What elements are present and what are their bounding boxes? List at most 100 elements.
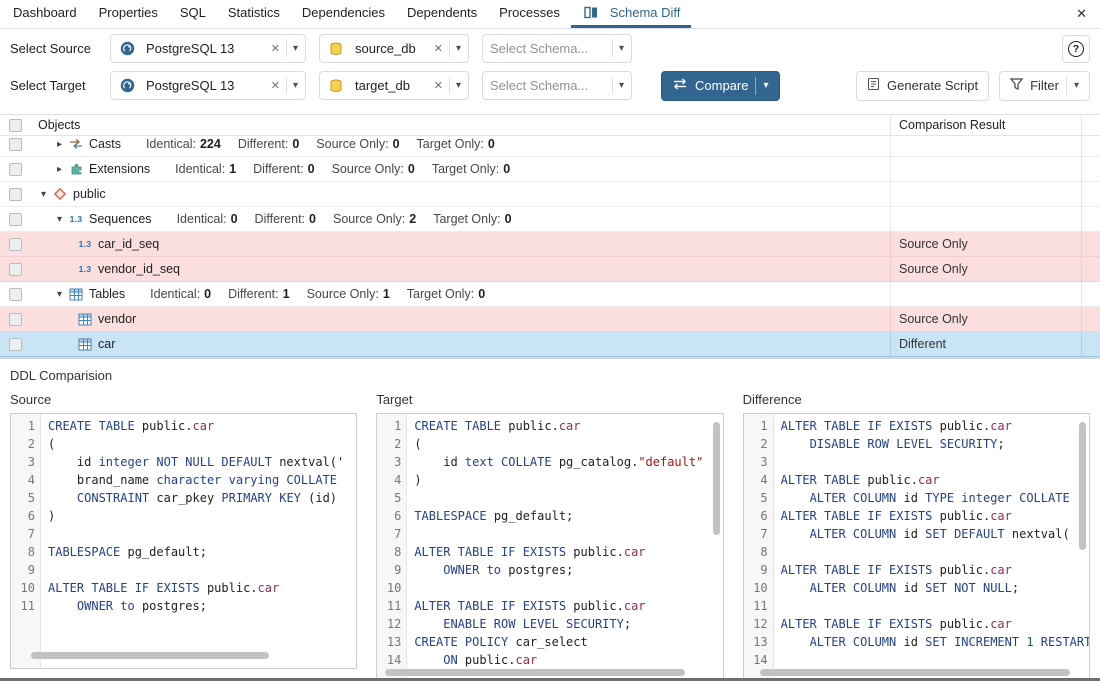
comparison-result-column-header[interactable]: Comparison Result: [890, 115, 1081, 135]
table-row-tables[interactable]: ▾TablesIdentical:0Different:1Source Only…: [0, 282, 1100, 307]
horizontal-scrollbar[interactable]: [385, 669, 685, 676]
difference-pane-label: Difference: [743, 392, 1090, 407]
chevron-down-icon[interactable]: ▾: [52, 289, 67, 300]
comparison-counts: Identical:224Different:0Source Only:0Tar…: [146, 137, 495, 151]
table-icon: [76, 313, 94, 326]
table-row-vendor[interactable]: vendorSource Only: [0, 307, 1100, 332]
chevron-down-icon[interactable]: ▾: [456, 80, 461, 91]
objects-column-header[interactable]: Objects: [30, 118, 890, 132]
select-all-checkbox[interactable]: [9, 119, 22, 132]
horizontal-scrollbar[interactable]: [760, 669, 1070, 676]
count-different: Different:0: [253, 162, 314, 176]
table-row-public[interactable]: ▾ public: [0, 182, 1100, 207]
row-checkbox[interactable]: [9, 313, 22, 326]
table-row-extensions[interactable]: ▸ExtensionsIdentical:1Different:0Source …: [0, 157, 1100, 182]
combo-divider: [612, 77, 613, 94]
compare-button[interactable]: Compare ▾: [661, 71, 780, 101]
row-checkbox[interactable]: [9, 288, 22, 301]
table-row-car_id_seq[interactable]: 1.3car_id_seqSource Only: [0, 232, 1100, 257]
tab-processes[interactable]: Processes: [488, 0, 571, 28]
difference-ddl-pane[interactable]: 1234567891011121314 ALTER TABLE IF EXIST…: [743, 413, 1090, 681]
combo-divider: [286, 40, 287, 57]
comparison-result-cell: [890, 207, 1081, 231]
source-schema-select[interactable]: Select Schema... ▾: [482, 34, 632, 63]
comparison-result-cell: Source Only: [890, 307, 1081, 331]
clear-icon[interactable]: ✕: [271, 42, 280, 55]
horizontal-scrollbar[interactable]: [31, 652, 269, 659]
count-sourceonly: Source Only:0: [316, 137, 399, 151]
vertical-scrollbar[interactable]: [1079, 422, 1086, 550]
grid-rows-viewport: ▸CastsIdentical:224Different:0Source Onl…: [0, 136, 1100, 357]
chevron-down-icon[interactable]: ▾: [36, 189, 51, 200]
count-different: Different:0: [238, 137, 299, 151]
help-button[interactable]: ?: [1062, 35, 1090, 63]
row-label: car_id_seq: [98, 237, 159, 251]
grid-header-filler: [1081, 115, 1100, 135]
tabs: DashboardPropertiesSQLStatisticsDependen…: [0, 0, 691, 28]
source-server-select[interactable]: PostgreSQL 13 ✕ ▾: [110, 34, 306, 63]
combo-divider: [612, 40, 613, 57]
filter-button[interactable]: Filter ▾: [999, 71, 1090, 101]
clear-icon[interactable]: ✕: [271, 79, 280, 92]
source-database-select[interactable]: source_db ✕ ▾: [319, 34, 469, 63]
tab-label: Dashboard: [13, 5, 77, 20]
compare-icon: [672, 78, 688, 93]
count-sourceonly: Source Only:0: [332, 162, 415, 176]
clear-icon[interactable]: ✕: [434, 42, 443, 55]
source-database-value: source_db: [355, 41, 428, 56]
comparison-counts: Identical:0Different:1Source Only:1Targe…: [150, 287, 485, 301]
target-schema-select[interactable]: Select Schema... ▾: [482, 71, 632, 100]
chevron-down-icon[interactable]: ▾: [293, 80, 298, 91]
target-server-value: PostgreSQL 13: [146, 78, 265, 93]
vertical-scrollbar[interactable]: [713, 422, 720, 535]
target-database-select[interactable]: target_db ✕ ▾: [319, 71, 469, 100]
generate-script-icon: [867, 77, 880, 94]
close-icon[interactable]: ✕: [1063, 6, 1100, 22]
chevron-right-icon[interactable]: ▸: [52, 164, 67, 175]
database-icon: [327, 79, 345, 93]
chevron-right-icon[interactable]: ▸: [52, 139, 67, 150]
table-row-sequences[interactable]: ▾1.3SequencesIdentical:0Different:0Sourc…: [0, 207, 1100, 232]
row-checkbox[interactable]: [9, 338, 22, 351]
row-checkbox[interactable]: [9, 238, 22, 251]
row-filler: [1081, 257, 1100, 281]
target-ddl-pane[interactable]: 1234567891011121314 CREATE TABLE public.…: [376, 413, 723, 681]
source-ddl-pane[interactable]: 1234567891011 CREATE TABLE public.car( i…: [10, 413, 357, 669]
tab-dependents[interactable]: Dependents: [396, 0, 488, 28]
count-targetonly: Target Only:0: [417, 137, 495, 151]
target-pane-label: Target: [376, 392, 723, 407]
source-code-area: CREATE TABLE public.car( id integer NOT …: [41, 414, 356, 668]
tab-sql[interactable]: SQL: [169, 0, 217, 28]
generate-script-button[interactable]: Generate Script: [856, 71, 989, 101]
combo-divider: [286, 77, 287, 94]
chevron-down-icon[interactable]: ▾: [763, 80, 768, 91]
row-checkbox[interactable]: [9, 213, 22, 226]
comparison-result-cell: Source Only: [890, 257, 1081, 281]
line-number-gutter: 1234567891011121314: [377, 414, 407, 681]
chevron-down-icon[interactable]: ▾: [293, 43, 298, 54]
target-server-select[interactable]: PostgreSQL 13 ✕ ▾: [110, 71, 306, 100]
row-checkbox[interactable]: [9, 188, 22, 201]
table-row-casts[interactable]: ▸CastsIdentical:224Different:0Source Onl…: [0, 136, 1100, 157]
tab-properties[interactable]: Properties: [88, 0, 169, 28]
row-checkbox[interactable]: [9, 263, 22, 276]
chevron-down-icon[interactable]: ▾: [619, 43, 624, 54]
chevron-down-icon[interactable]: ▾: [619, 80, 624, 91]
tab-dashboard[interactable]: Dashboard: [2, 0, 88, 28]
tab-schema-diff[interactable]: Schema Diff: [571, 0, 692, 28]
tab-dependencies[interactable]: Dependencies: [291, 0, 396, 28]
count-different: Different:1: [228, 287, 289, 301]
clear-icon[interactable]: ✕: [434, 79, 443, 92]
row-checkbox[interactable]: [9, 163, 22, 176]
combo-divider: [449, 77, 450, 94]
chevron-down-icon[interactable]: ▾: [1074, 80, 1079, 91]
table-row-car[interactable]: carDifferent: [0, 332, 1100, 357]
chevron-down-icon[interactable]: ▾: [456, 43, 461, 54]
line-number-gutter: 1234567891011121314: [744, 414, 774, 681]
combo-divider: [449, 40, 450, 57]
chevron-down-icon[interactable]: ▾: [52, 214, 67, 225]
table-row-vendor_id_seq[interactable]: 1.3vendor_id_seqSource Only: [0, 257, 1100, 282]
tab-statistics[interactable]: Statistics: [217, 0, 291, 28]
row-label: public: [73, 187, 106, 201]
row-checkbox[interactable]: [9, 138, 22, 151]
